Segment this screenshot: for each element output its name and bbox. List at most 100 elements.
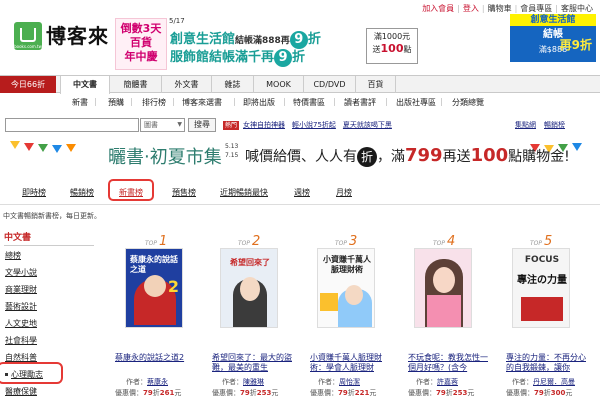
tab-department-store[interactable]: 百貨 [356, 76, 396, 93]
promo-line1-a: 創意生活館 [170, 32, 236, 47]
highlight-circle [0, 362, 63, 384]
promo-right-title: 創意生活館 [510, 14, 596, 26]
logo-icon[interactable]: books.com.tw [14, 22, 42, 50]
banner-offer: 喊價給價、人人有折，滿799再送100點購物金! [245, 145, 570, 167]
hot-link-1[interactable]: 女神自拍神器 [243, 121, 285, 129]
subnav-preorder[interactable]: 預購 [108, 97, 124, 108]
bestseller-link[interactable]: 暢銷榜 [544, 121, 565, 129]
tab-bestseller[interactable]: 暢銷榜 [70, 187, 94, 198]
tab-monthly[interactable]: 月榜 [336, 187, 352, 198]
tab-weekly[interactable]: 週榜 [294, 187, 310, 198]
banner-title: 曬書‧初夏市集 [108, 147, 222, 168]
banner-dates: 5.13 7.15 [225, 142, 238, 160]
book-cover-3[interactable]: 小資賺千萬人脈理財術 [317, 248, 375, 328]
tab-cd-dvd[interactable]: CD/DVD [304, 76, 356, 93]
promo-badge-line3: 年中慶 [124, 50, 158, 63]
hot-links: 女神自拍神器 輕小說75折起 夏天就該喝下黑 [243, 120, 399, 130]
book-cover-2[interactable]: 希望回來了 [220, 248, 278, 328]
subnav-category-overview[interactable]: 分類總覽 [452, 97, 484, 108]
search-input[interactable] [5, 118, 139, 132]
tab-foreign-books[interactable]: 外文書 [162, 76, 212, 93]
book-cover-1[interactable]: 蔡康永的說話之道 2 [125, 248, 183, 328]
promo-points-box[interactable]: 滿1000元 送100點 [366, 28, 418, 64]
member-area-link[interactable]: 會員專區 [517, 4, 555, 13]
sidebar-item-humanities[interactable]: 人文史地 [5, 318, 37, 329]
banner-offer-c: ，滿 [377, 149, 405, 165]
book-rank-label: TOP 1 [145, 234, 225, 249]
top-label: TOP 4 [433, 234, 456, 249]
search-category-value: 圖書 [144, 121, 158, 129]
rank-number: 2 [252, 234, 261, 249]
cover-title: 小資賺千萬人脈理財術 [323, 255, 371, 274]
book-rank-label: TOP 3 [335, 234, 415, 249]
nav-today-discount[interactable]: 今日66折 [0, 76, 56, 93]
page: 加入會員 | 登入 | 購物車 | 會員專區 | 客服中心 books.com.tw 博客來 倒… [0, 0, 600, 400]
banner-offer-a: 喊價給價、人人有 [245, 149, 357, 165]
banner-offer-d: 再送 [442, 149, 471, 165]
sidebar-item-label: 文學小說 [5, 268, 37, 277]
book-title-2[interactable]: 希望回來了：最大的盜難，最美的重生 [212, 353, 296, 373]
promo-right-banner[interactable]: 創意生活館 結帳 滿$888 再9折 [510, 14, 596, 62]
book-title-1[interactable]: 蔡康永的說話之道2 [115, 353, 199, 363]
top-label: TOP 2 [238, 234, 261, 249]
subnav-publisher-zone[interactable]: 出版社專區 [396, 97, 436, 108]
subnav-staff-picks[interactable]: 博客來選書 [182, 97, 222, 108]
book-rank-label: TOP 4 [433, 234, 513, 249]
sidebar-item-label: 人文史地 [5, 319, 37, 328]
rank-number: 3 [349, 234, 358, 249]
subnav-new-books[interactable]: 新書 [72, 97, 88, 108]
promo-box-points: 100 [380, 42, 404, 55]
sidebar-item-business[interactable]: 商業理財 [5, 284, 37, 295]
points-link[interactable]: 集點網 [515, 121, 536, 129]
book-title-4[interactable]: 不玩食呢：教我怎性一個月好嗎？(含今 [408, 353, 492, 373]
main-nav: 今日66折 中文書 簡體書 外文書 雜誌 MOOK CD/DVD 百貨 [0, 75, 600, 94]
tab-magazines[interactable]: 雜誌 [212, 76, 254, 93]
sidebar-item-overall[interactable]: 總榜 [5, 250, 21, 261]
cart-link[interactable]: 購物車 [485, 4, 515, 13]
top-label: TOP 5 [530, 234, 553, 249]
subnav-ranking[interactable]: 排行榜 [142, 97, 166, 108]
sidebar-item-art-design[interactable]: 藝術設計 [5, 301, 37, 312]
author-link[interactable]: 蔡康永 [147, 378, 168, 386]
book-title-3[interactable]: 小資賺千萬人脈理財術：學會人脈理財 [310, 353, 394, 373]
sidebar-title: 中文書 [4, 230, 94, 246]
promo-countdown-badge[interactable]: 倒數3天 百貨 年中慶 [115, 18, 167, 70]
tab-simplified-books[interactable]: 簡體書 [110, 76, 162, 93]
author-link[interactable]: 周怡潔 [339, 378, 360, 386]
subnav-upcoming[interactable]: 即將出版 [243, 97, 275, 108]
author-link[interactable]: 陳雅琳 [243, 378, 264, 386]
book-cover-4[interactable] [414, 248, 472, 328]
sidebar-item-literature[interactable]: 文學小說 [5, 267, 37, 278]
search-button[interactable]: 搜尋 [188, 118, 216, 132]
tab-fastest-rising[interactable]: 近期暢銷最快 [220, 187, 268, 198]
customer-service-link[interactable]: 客服中心 [558, 4, 596, 13]
book-title-5[interactable]: 專注的力量：不再分心的自我鍛鍊，讓你 [506, 353, 590, 373]
sidebar-item-health[interactable]: 醫療保健 [5, 386, 37, 397]
search-category-select[interactable]: 圖書 ▼ [140, 118, 185, 132]
rank-number: 5 [544, 234, 553, 249]
tab-chinese-books[interactable]: 中文書 [60, 76, 110, 94]
tab-presale[interactable]: 預售榜 [172, 187, 196, 198]
author-link[interactable]: 許嘉蓉 [437, 378, 458, 386]
logo-text[interactable]: 博客來 [46, 20, 109, 49]
top-links: 加入會員 | 登入 | 購物車 | 會員專區 | 客服中心 [419, 3, 596, 14]
book-cover-5[interactable]: FOCUS 專注の力量 [512, 248, 570, 328]
join-member-link[interactable]: 加入會員 [419, 4, 457, 13]
banner-date-end: 7.15 [225, 152, 239, 159]
chevron-down-icon: ▼ [177, 121, 182, 128]
breadcrumb: 中文書暢銷新書榜，每日更新。 [3, 212, 101, 220]
sidebar-item-social-science[interactable]: 社會科學 [5, 335, 37, 346]
tab-realtime[interactable]: 即時榜 [22, 187, 46, 198]
promo-right-discount: 再9折 [559, 38, 592, 52]
promo-line-2[interactable]: 服飾館結帳滿千再 9 折 [170, 46, 305, 67]
author-link[interactable]: 丹尼爾．高曼 [533, 378, 575, 386]
book-price-2: 優惠價：79折253元 [212, 389, 279, 397]
login-link[interactable]: 登入 [460, 4, 482, 13]
subnav-reader-reviews[interactable]: 讀者書評 [344, 97, 376, 108]
hot-link-2[interactable]: 輕小說75折起 [292, 121, 336, 129]
banner-date-start: 5.13 [225, 143, 239, 150]
subnav-sale-books[interactable]: 特價書區 [293, 97, 325, 108]
sidebar-item-label: 醫療保健 [5, 387, 37, 396]
tab-mook[interactable]: MOOK [254, 76, 304, 93]
hot-link-3[interactable]: 夏天就該喝下黑 [343, 121, 392, 129]
